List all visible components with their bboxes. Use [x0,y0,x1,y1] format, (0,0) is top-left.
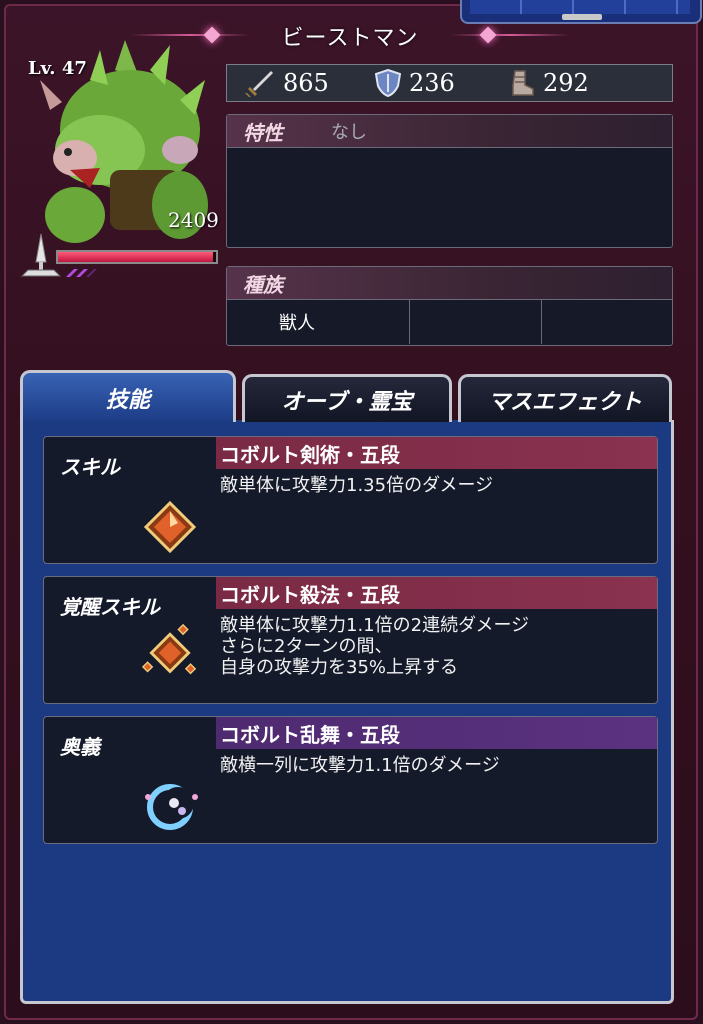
tab-skills[interactable]: 技能 [20,370,236,422]
race-cell [542,300,672,344]
skill-description: 敵横一列に攻撃力1.1倍のダメージ [220,755,500,776]
skill-name: コボルト殺法・五段 [216,577,657,609]
skill-description: 敵単体に攻撃力1.1倍の2連続ダメージ さらに2ターンの間、 自身の攻撃力を35… [220,615,530,678]
mp-gauge [66,269,97,277]
skill-name: コボルト乱舞・五段 [216,717,657,749]
skill-type-label: 奥義 [60,735,100,759]
skill-name: コボルト剣術・五段 [216,437,657,469]
defense-stat: 236 [375,69,455,97]
trait-header: 特性 なし [227,115,672,148]
name-ornament-left [130,34,250,36]
skill-type-label: スキル [60,455,120,479]
crescent-moon-icon [145,784,198,830]
tab-mass-effect[interactable]: マスエフェクト [458,374,672,422]
skill-type-label: 覚醒スキル [60,595,160,619]
boot-icon [512,70,534,96]
attack-stat: 865 [245,69,329,97]
tab-orbs[interactable]: オーブ・霊宝 [242,374,452,422]
skill-description: 敵単体に攻撃力1.35倍のダメージ [220,475,494,496]
speed-stat: 292 [509,69,589,97]
tab-bar: 技能 オーブ・霊宝 マスエフェクト [20,370,674,422]
race-header: 種族 [227,267,672,300]
trait-label: 特性 [243,120,283,145]
race-panel: 種族 獣人 [226,266,673,346]
stats-bar: 865 236 292 [226,64,673,102]
top-decoration [460,0,702,24]
race-label: 種族 [243,272,283,297]
name-ornament-right [450,34,570,36]
race-cell [410,300,542,344]
skill-card-ultimate[interactable]: 奥義 コボルト乱舞・五段 敵横一列に攻撃力1.1倍のダメージ [43,716,658,844]
unit-name: ビーストマン [281,26,419,51]
trait-panel: 特性 なし [226,114,673,248]
race-cell: 獣人 [227,300,411,344]
hp-bar [56,250,218,264]
skill-card-awakening[interactable]: 覚醒スキル コボルト殺法・五段 敵単体に攻撃力1.1倍の2連続ダメージ さらに2… [43,576,658,704]
unit-hp: 2409 [168,208,219,232]
skills-content: スキル コボルト剣術・五段 敵単体に攻撃力1.35倍のダメージ 覚醒スキル コボ… [20,420,674,1004]
unit-level: Lv. 47 [28,58,87,79]
skill-card-normal[interactable]: スキル コボルト剣術・五段 敵単体に攻撃力1.35倍のダメージ [43,436,658,564]
trait-value: なし [331,122,367,143]
race-cells: 獣人 [227,300,672,344]
skill-crystal-icon [143,500,197,554]
sword-icon [245,71,273,97]
shield-icon [375,69,401,97]
awakening-crystal-icon [141,623,197,675]
